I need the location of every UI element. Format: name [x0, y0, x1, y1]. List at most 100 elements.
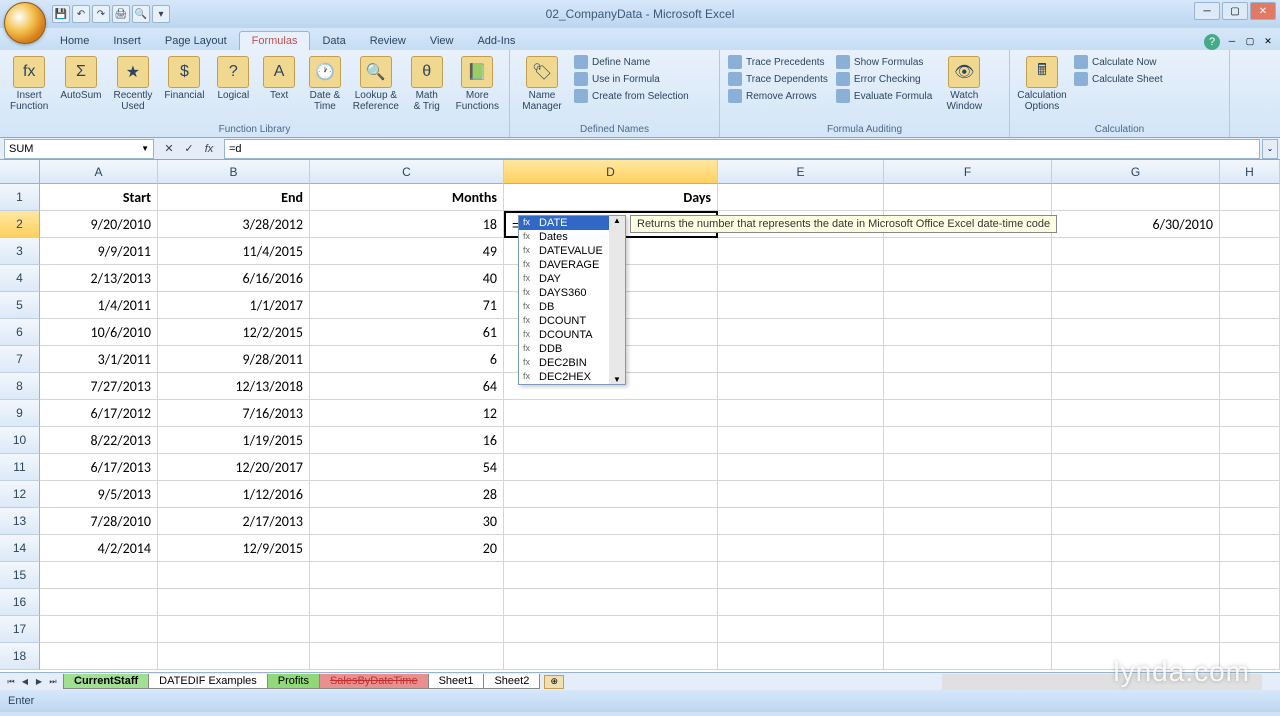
- chevron-down-icon[interactable]: ▼: [141, 144, 149, 153]
- maximize-button[interactable]: ▢: [1222, 2, 1248, 20]
- cell-F11[interactable]: [884, 454, 1052, 481]
- tab-review[interactable]: Review: [358, 32, 418, 50]
- cell-H14[interactable]: [1220, 535, 1280, 562]
- cell-C13[interactable]: 30: [310, 508, 504, 535]
- cell-E16[interactable]: [718, 589, 884, 616]
- cell-G16[interactable]: [1052, 589, 1220, 616]
- cell-C15[interactable]: [310, 562, 504, 589]
- row-header-6[interactable]: 6: [0, 319, 40, 346]
- sheet-tab[interactable]: CurrentStaff: [63, 674, 149, 689]
- cell-E1[interactable]: [718, 184, 884, 211]
- cell-H5[interactable]: [1220, 292, 1280, 319]
- cell-C17[interactable]: [310, 616, 504, 643]
- cell-B8[interactable]: 12/13/2018: [158, 373, 310, 400]
- cell-E4[interactable]: [718, 265, 884, 292]
- cell-H13[interactable]: [1220, 508, 1280, 535]
- cell-H2[interactable]: [1220, 211, 1280, 238]
- cell-D15[interactable]: [504, 562, 718, 589]
- cell-F5[interactable]: [884, 292, 1052, 319]
- cell-E9[interactable]: [718, 400, 884, 427]
- calculation-options-button[interactable]: 🖩Calculation Options: [1016, 54, 1068, 114]
- workbook-minimize[interactable]: ─: [1224, 36, 1240, 50]
- cell-A1[interactable]: Start: [40, 184, 158, 211]
- cell-F14[interactable]: [884, 535, 1052, 562]
- cell-B18[interactable]: [158, 643, 310, 670]
- cell-H12[interactable]: [1220, 481, 1280, 508]
- first-sheet-button[interactable]: ⏮: [4, 675, 18, 689]
- cell-H15[interactable]: [1220, 562, 1280, 589]
- minimize-button[interactable]: ─: [1194, 2, 1220, 20]
- cell-A11[interactable]: 6/17/2013: [40, 454, 158, 481]
- tab-data[interactable]: Data: [310, 32, 357, 50]
- cell-C5[interactable]: 71: [310, 292, 504, 319]
- cell-E8[interactable]: [718, 373, 884, 400]
- cell-F7[interactable]: [884, 346, 1052, 373]
- cell-F17[interactable]: [884, 616, 1052, 643]
- row-header-18[interactable]: 18: [0, 643, 40, 670]
- cell-H6[interactable]: [1220, 319, 1280, 346]
- cell-G15[interactable]: [1052, 562, 1220, 589]
- autosum-button[interactable]: ΣAutoSum: [56, 54, 105, 103]
- last-sheet-button[interactable]: ⏭: [46, 675, 60, 689]
- cell-F6[interactable]: [884, 319, 1052, 346]
- preview-icon[interactable]: 🔍: [132, 5, 150, 23]
- cell-A16[interactable]: [40, 589, 158, 616]
- cell-D1[interactable]: Days: [504, 184, 718, 211]
- cell-D17[interactable]: [504, 616, 718, 643]
- cell-G9[interactable]: [1052, 400, 1220, 427]
- cell-G14[interactable]: [1052, 535, 1220, 562]
- row-header-4[interactable]: 4: [0, 265, 40, 292]
- cell-B17[interactable]: [158, 616, 310, 643]
- cell-E14[interactable]: [718, 535, 884, 562]
- cell-B15[interactable]: [158, 562, 310, 589]
- row-header-7[interactable]: 7: [0, 346, 40, 373]
- redo-icon[interactable]: ↷: [92, 5, 110, 23]
- cell-B11[interactable]: 12/20/2017: [158, 454, 310, 481]
- cell-D10[interactable]: [504, 427, 718, 454]
- sheet-tab[interactable]: Profits: [267, 674, 320, 689]
- qat-dropdown-icon[interactable]: ▾: [152, 5, 170, 23]
- evaluate-formula-button[interactable]: Evaluate Formula: [834, 88, 934, 104]
- cell-B6[interactable]: 12/2/2015: [158, 319, 310, 346]
- cell-C2[interactable]: 18: [310, 211, 504, 238]
- cell-D13[interactable]: [504, 508, 718, 535]
- expand-formula-bar[interactable]: ⌄: [1262, 139, 1278, 159]
- remove-arrows-button[interactable]: Remove Arrows: [726, 88, 830, 104]
- use-in-formula-button[interactable]: Use in Formula: [572, 71, 691, 87]
- cell-A9[interactable]: 6/17/2012: [40, 400, 158, 427]
- cell-F3[interactable]: [884, 238, 1052, 265]
- cell-G10[interactable]: [1052, 427, 1220, 454]
- cell-G1[interactable]: [1052, 184, 1220, 211]
- trace-precedents-button[interactable]: Trace Precedents: [726, 54, 830, 70]
- cell-C9[interactable]: 12: [310, 400, 504, 427]
- cell-B9[interactable]: 7/16/2013: [158, 400, 310, 427]
- cell-A12[interactable]: 9/5/2013: [40, 481, 158, 508]
- cell-B16[interactable]: [158, 589, 310, 616]
- cell-C12[interactable]: 28: [310, 481, 504, 508]
- col-header-B[interactable]: B: [158, 160, 310, 184]
- next-sheet-button[interactable]: ▶: [32, 675, 46, 689]
- row-header-13[interactable]: 13: [0, 508, 40, 535]
- save-icon[interactable]: 💾: [52, 5, 70, 23]
- cell-G4[interactable]: [1052, 265, 1220, 292]
- cell-E17[interactable]: [718, 616, 884, 643]
- cell-E10[interactable]: [718, 427, 884, 454]
- cell-A2[interactable]: 9/20/2010: [40, 211, 158, 238]
- cell-F12[interactable]: [884, 481, 1052, 508]
- select-all-corner[interactable]: [0, 160, 40, 184]
- scrollbar[interactable]: ▲▼: [609, 216, 625, 384]
- cell-F16[interactable]: [884, 589, 1052, 616]
- workbook-restore[interactable]: ▢: [1242, 36, 1258, 50]
- cell-A3[interactable]: 9/9/2011: [40, 238, 158, 265]
- cell-F18[interactable]: [884, 643, 1052, 670]
- cell-C7[interactable]: 6: [310, 346, 504, 373]
- cell-C16[interactable]: [310, 589, 504, 616]
- sheet-tab[interactable]: Sheet2: [483, 674, 540, 689]
- math-trig-button[interactable]: θMath & Trig: [406, 54, 448, 114]
- col-header-A[interactable]: A: [40, 160, 158, 184]
- cell-A18[interactable]: [40, 643, 158, 670]
- cell-D14[interactable]: [504, 535, 718, 562]
- cells-area[interactable]: StartEndMonthsDays9/20/20103/28/201218=d…: [40, 184, 1280, 672]
- cell-F10[interactable]: [884, 427, 1052, 454]
- cell-A17[interactable]: [40, 616, 158, 643]
